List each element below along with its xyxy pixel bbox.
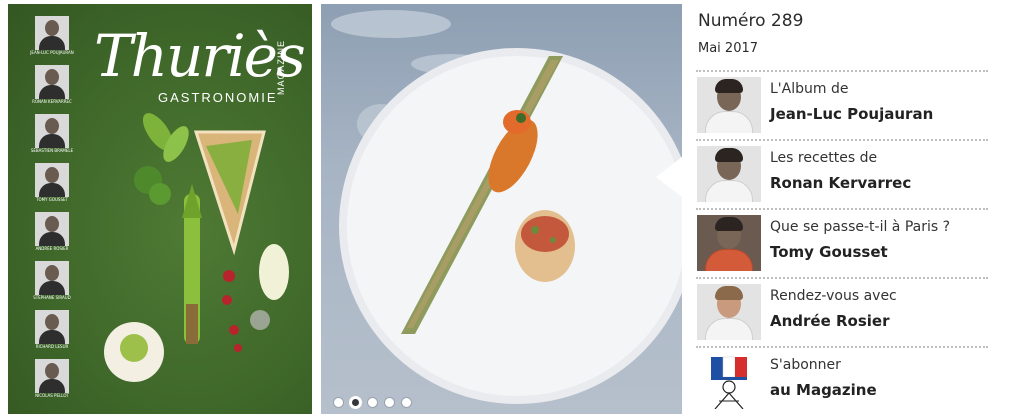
cover-chef-thumb: TOMY GOUSSET <box>29 163 75 209</box>
chef-caption: STÉPHANE SIRAUD <box>33 295 71 300</box>
contents-item-label: Que se passe-t-il à Paris ? <box>770 219 951 235</box>
slider-dot[interactable] <box>333 397 344 408</box>
cover-logo: Thuriès <box>94 22 306 90</box>
issue-number: Numéro 289 <box>698 11 804 31</box>
issue-date: Mai 2017 <box>698 41 759 56</box>
chef-photo <box>35 16 69 50</box>
cover-logo-subtitle: GASTRONOMIE <box>158 90 278 105</box>
cover-logo-magazine: MAGAZINE <box>276 40 286 96</box>
chef-photo <box>35 261 69 295</box>
chef-photo <box>35 65 69 99</box>
cover-chef-thumb: STÉPHANE SIRAUD <box>29 261 75 307</box>
magazine-cover[interactable]: Thuriès GASTRONOMIE MAGAZINE JEAN-LUC PO… <box>8 4 312 414</box>
chef-portrait <box>697 77 761 133</box>
slider-dot-active[interactable] <box>351 398 360 407</box>
chef-portrait <box>697 146 761 202</box>
slider-dot[interactable] <box>384 397 395 408</box>
chef-caption: RICHARD LESUR <box>35 344 69 349</box>
slider-pagination <box>333 397 412 408</box>
chef-caption: NICOLAS PELLOT <box>35 393 69 398</box>
cover-chef-thumb: NICOLAS PELLOT <box>29 359 75 405</box>
cover-chef-thumb: SÉBASTIEN BRAMELE <box>29 114 75 160</box>
chef-caption: SÉBASTIEN BRAMELE <box>30 148 74 153</box>
contents-item-label: S'abonner <box>770 357 841 373</box>
chef-photo <box>35 163 69 197</box>
cover-chef-thumb: RONAN KERVARREC <box>29 65 75 111</box>
chef-caption: ANDRÉE ROSIER <box>35 246 69 251</box>
slide-plate-image <box>331 10 682 404</box>
chef-photo <box>35 114 69 148</box>
contents-item-album[interactable]: L'Album de Jean-Luc Poujauran <box>696 70 988 139</box>
cover-chef-thumb: RICHARD LESUR <box>29 310 75 356</box>
contents-item-label: Rendez-vous avec <box>770 288 897 304</box>
chef-portrait <box>697 215 761 271</box>
cover-chef-list: JEAN-LUC POUJAURAN RONAN KERVARREC SÉBAS… <box>29 16 77 408</box>
chef-hat-flag-icon <box>697 353 761 409</box>
chef-portrait <box>697 284 761 340</box>
image-slider[interactable] <box>321 4 682 414</box>
contents-item-recettes[interactable]: Les recettes de Ronan Kervarrec <box>696 139 988 208</box>
chef-caption: TOMY GOUSSET <box>36 197 68 202</box>
cover-chef-thumb: ANDRÉE ROSIER <box>29 212 75 258</box>
contents-item-label: L'Album de <box>770 81 849 97</box>
contents-item-label: Les recettes de <box>770 150 878 166</box>
slider-dot[interactable] <box>401 397 412 408</box>
slider-dot[interactable] <box>367 397 378 408</box>
panel-pointer-arrow <box>656 157 682 197</box>
magazine-banner: Thuriès GASTRONOMIE MAGAZINE JEAN-LUC PO… <box>0 0 1024 418</box>
contents-item-title[interactable]: Andrée Rosier <box>770 312 890 330</box>
contents-item-title[interactable]: Ronan Kervarrec <box>770 174 911 192</box>
contents-item-title[interactable]: au Magazine <box>770 381 877 399</box>
chef-caption: JEAN-LUC POUJAURAN <box>30 50 74 55</box>
contents-item-title[interactable]: Jean-Luc Poujauran <box>770 105 933 123</box>
issue-contents-list: L'Album de Jean-Luc Poujauran Les recett… <box>696 70 988 415</box>
issue-panel: Numéro 289 Mai 2017 L'Album de Jean-Luc … <box>682 0 1024 418</box>
chef-photo <box>35 310 69 344</box>
cover-chef-thumb: JEAN-LUC POUJAURAN <box>29 16 75 62</box>
chef-photo <box>35 212 69 246</box>
contents-item-title[interactable]: Tomy Gousset <box>770 243 888 261</box>
contents-item-rendez-vous[interactable]: Rendez-vous avec Andrée Rosier <box>696 277 988 346</box>
chef-photo <box>35 359 69 393</box>
contents-item-subscribe[interactable]: S'abonner au Magazine <box>696 346 988 415</box>
chef-caption: RONAN KERVARREC <box>32 99 72 104</box>
contents-item-paris[interactable]: Que se passe-t-il à Paris ? Tomy Gousset <box>696 208 988 277</box>
